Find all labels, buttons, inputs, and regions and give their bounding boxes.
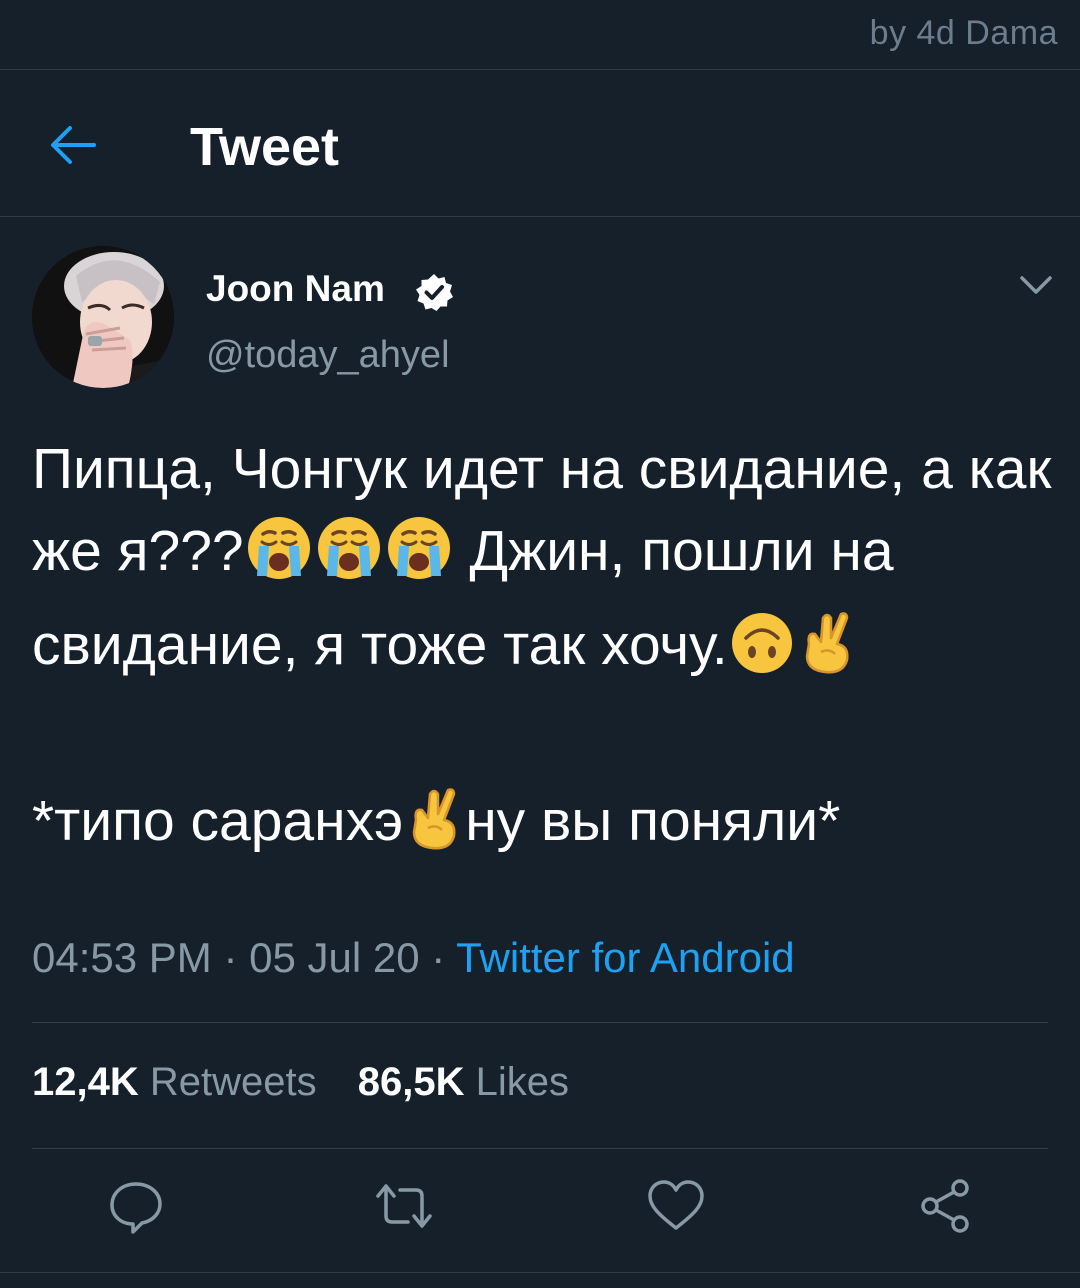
retweets-label: Retweets [149, 1060, 317, 1104]
meta-separator: · [419, 934, 457, 981]
tweet-text: Пипца, Чонгук идет на свидание, а как же… [32, 428, 1052, 874]
crossed-fingers-icon [404, 784, 464, 874]
bottom-divider [0, 1272, 1080, 1273]
retweets-count: 12,4K [32, 1060, 139, 1104]
retweets-stat[interactable]: 12,4K Retweets [32, 1060, 317, 1104]
avatar[interactable] [32, 246, 174, 388]
likes-label: Likes [475, 1060, 570, 1104]
meta-separator: · [211, 934, 250, 981]
tweet-paragraph-2: *типо саранхэ ну вы поняли* [32, 780, 1052, 874]
upside-down-face-icon [729, 610, 795, 698]
action-bar [0, 1176, 1080, 1240]
reply-icon[interactable] [106, 1176, 166, 1236]
meta-divider [32, 1022, 1048, 1023]
tweet-text-segment: ну вы поняли* [465, 789, 841, 853]
verified-badge-icon [416, 274, 453, 311]
loudly-crying-face-icon [385, 514, 453, 604]
retweet-icon[interactable] [374, 1176, 434, 1236]
tweet-meta: 04:53 PM · 05 Jul 20 · Twitter for Andro… [32, 934, 795, 982]
stats-divider [32, 1148, 1048, 1149]
tweet-date: 05 Jul 20 [249, 934, 420, 981]
share-icon[interactable] [916, 1176, 976, 1236]
header: Tweet [0, 70, 1080, 216]
crossed-fingers-icon [797, 608, 857, 698]
avatar-portrait [32, 246, 174, 388]
likes-count: 86,5K [357, 1060, 465, 1104]
header-divider [0, 216, 1080, 217]
like-icon[interactable] [646, 1176, 706, 1236]
tweet-time: 04:53 PM [32, 934, 212, 981]
tweet-text-segment: *типо саранхэ [32, 789, 404, 853]
tweet-stats: 12,4K Retweets 86,5K Likes [32, 1060, 599, 1105]
page-title: Tweet [190, 117, 340, 177]
watermark: by 4d Dama [869, 14, 1058, 52]
loudly-crying-face-icon [245, 514, 313, 604]
arrow-left-icon[interactable] [48, 122, 98, 168]
tweet-source-link[interactable]: Twitter for Android [456, 934, 794, 981]
author-name[interactable]: Joon Nam [206, 268, 385, 310]
likes-stat[interactable]: 86,5K Likes [358, 1060, 569, 1104]
chevron-down-icon[interactable] [1016, 272, 1056, 298]
tweet-paragraph-1: Пипца, Чонгук идет на свидание, а как же… [32, 428, 1052, 698]
author-handle[interactable]: @today_ahyel [206, 334, 450, 377]
loudly-crying-face-icon [315, 514, 383, 604]
